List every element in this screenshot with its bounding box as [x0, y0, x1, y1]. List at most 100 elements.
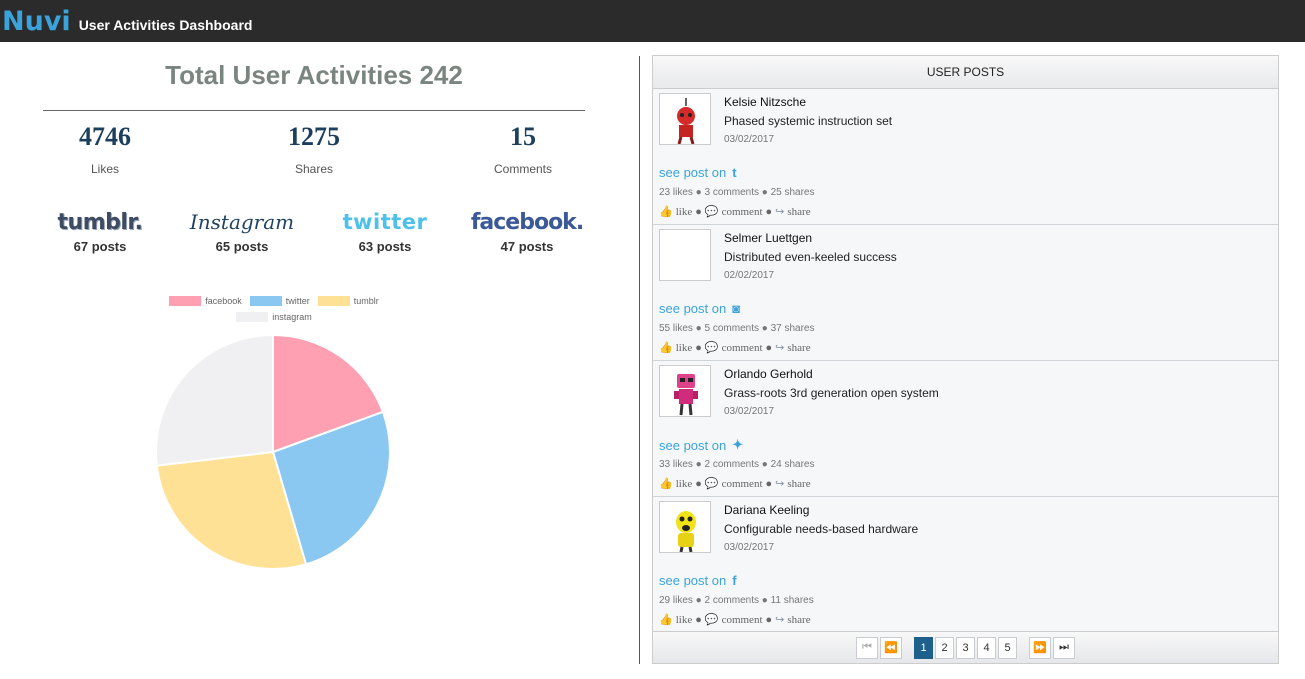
action-separator: ●: [765, 205, 773, 218]
stat-comments: 15 Comments: [453, 122, 593, 176]
see-post-link[interactable]: see post on ✦: [659, 437, 743, 453]
post-author[interactable]: Dariana Keeling: [724, 503, 809, 517]
legend-label: instagram: [272, 312, 312, 322]
legend-item-facebook[interactable]: facebook: [169, 296, 242, 306]
like-button[interactable]: like: [676, 478, 693, 490]
legend-label: twitter: [285, 296, 310, 306]
post-item: Selmer Luettgen Distributed even-keeled …: [653, 225, 1278, 361]
page-button-2[interactable]: 2: [935, 636, 954, 659]
share-button[interactable]: share: [787, 206, 810, 218]
post-text: Configurable needs-based hardware: [724, 522, 919, 536]
post-date: 02/02/2017: [724, 270, 775, 281]
post-date: 03/02/2017: [724, 134, 775, 145]
pie-slice-instagram[interactable]: [155, 333, 274, 467]
like-button[interactable]: like: [676, 206, 693, 218]
see-post-label: see post on: [659, 437, 727, 453]
facebook-logo: facebook.: [470, 209, 584, 235]
post-stats: 55 likes ● 5 comments ● 37 shares: [659, 323, 815, 334]
action-separator: ●: [695, 341, 702, 354]
post-author[interactable]: Kelsie Nitzsche: [724, 95, 806, 109]
brand-logo[interactable]: Nuvi: [2, 6, 71, 37]
action-separator: ●: [695, 613, 702, 626]
summary-divider: [43, 110, 585, 111]
page-button-1[interactable]: 1: [914, 636, 933, 659]
post-stats: 33 likes ● 2 comments ● 24 shares: [659, 459, 815, 470]
user-posts-header: USER POSTS: [653, 56, 1278, 89]
first-page-button[interactable]: ⏮: [856, 636, 878, 659]
comment-button[interactable]: comment: [722, 206, 763, 218]
stat-label: Likes: [90, 162, 119, 176]
like-button[interactable]: like: [676, 614, 693, 626]
comment-button[interactable]: comment: [722, 614, 763, 626]
see-post-link[interactable]: see post on f: [659, 573, 737, 588]
share-icon: ↪: [775, 478, 785, 490]
page-button-3[interactable]: 3: [956, 636, 975, 659]
post-text: Phased systemic instruction set: [724, 114, 893, 128]
post-item: Orlando Gerhold Grass-roots 3rd generati…: [653, 361, 1278, 497]
app-title: User Activities Dashboard: [78, 17, 253, 33]
stat-label: Comments: [493, 162, 552, 176]
share-button[interactable]: share: [787, 342, 810, 354]
robot-avatar-icon: [676, 511, 696, 552]
post-actions: 👍 like ● 💬 comment ● ↪ share: [659, 613, 811, 627]
action-separator: ●: [765, 341, 773, 354]
share-button[interactable]: share: [787, 478, 810, 490]
next-page-button[interactable]: ⏩: [1029, 636, 1051, 659]
post-author[interactable]: Selmer Luettgen: [724, 231, 812, 245]
see-post-label: see post on: [659, 573, 727, 588]
summary-panel: Total User Activities 242 4746 Likes 127…: [0, 42, 640, 679]
see-post-label: see post on: [659, 301, 727, 316]
instagram-icon: ◙: [732, 301, 741, 316]
post-item: Dariana Keeling Configurable needs-based…: [653, 497, 1278, 633]
network-facebook: facebook. 47 posts: [470, 207, 584, 255]
share-button[interactable]: share: [787, 614, 810, 626]
see-post-link[interactable]: see post on t: [659, 165, 737, 180]
action-separator: ●: [695, 205, 702, 218]
robot-avatar-icon: [674, 374, 698, 416]
twitter-logo: twitter: [342, 210, 428, 234]
page-button-5[interactable]: 5: [998, 636, 1017, 659]
legend-swatch: [236, 312, 269, 322]
comment-icon: 💬: [704, 614, 719, 626]
chart-legend: facebook twitter tumblr instagram: [140, 296, 408, 328]
action-separator: ●: [695, 477, 702, 490]
avatar[interactable]: [659, 229, 711, 281]
share-icon: ↪: [775, 614, 785, 626]
comment-icon: 💬: [704, 206, 719, 218]
thumbs-up-icon: 👍: [659, 342, 673, 354]
post-author[interactable]: Orlando Gerhold: [724, 367, 813, 381]
stat-label: Shares: [294, 162, 334, 176]
avatar[interactable]: [659, 93, 711, 145]
prev-page-button[interactable]: ⏪: [880, 636, 902, 659]
comment-button[interactable]: comment: [722, 342, 763, 354]
avatar[interactable]: [659, 501, 711, 553]
stat-value: 1275: [288, 122, 340, 151]
legend-item-twitter[interactable]: twitter: [249, 296, 310, 306]
panel-divider: [639, 56, 640, 664]
last-page-button[interactable]: ⏭: [1053, 636, 1075, 659]
post-actions: 👍 like ● 💬 comment ● ↪ share: [659, 205, 811, 219]
see-post-link[interactable]: see post on ◙: [659, 301, 740, 316]
network-post-count: 65 posts: [215, 239, 269, 254]
legend-label: tumblr: [353, 296, 379, 306]
post-date: 03/02/2017: [724, 542, 775, 553]
legend-item-tumblr[interactable]: tumblr: [317, 296, 379, 306]
avatar[interactable]: [659, 365, 711, 417]
user-posts-panel: USER POSTS Kelsie Nitzsche Phased system…: [652, 55, 1279, 664]
legend-item-instagram[interactable]: instagram: [236, 312, 312, 322]
page-button-4[interactable]: 4: [977, 636, 996, 659]
like-button[interactable]: like: [676, 342, 693, 354]
action-separator: ●: [765, 613, 773, 626]
tumblr-icon: t: [732, 165, 737, 180]
comment-button[interactable]: comment: [722, 478, 763, 490]
stat-shares: 1275 Shares: [244, 122, 384, 176]
post-actions: 👍 like ● 💬 comment ● ↪ share: [659, 477, 811, 491]
share-icon: ↪: [775, 342, 785, 354]
instagram-logo: Instagram: [189, 210, 295, 234]
legend-swatch: [317, 296, 350, 306]
post-item: Kelsie Nitzsche Phased systemic instruct…: [653, 89, 1278, 225]
twitter-icon: ✦: [732, 437, 744, 452]
network-post-count: 47 posts: [500, 239, 554, 254]
thumbs-up-icon: 👍: [659, 614, 673, 626]
network-post-count: 67 posts: [73, 239, 127, 254]
